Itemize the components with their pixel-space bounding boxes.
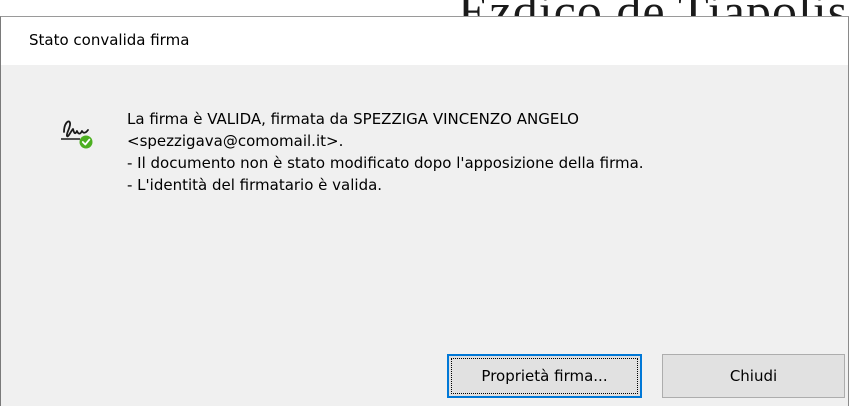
dialog-titlebar[interactable]: Stato convalida firma — [1, 17, 848, 65]
close-button-label: Chiudi — [729, 367, 778, 385]
signature-properties-button[interactable]: Proprietà firma... — [447, 354, 642, 398]
close-button[interactable]: Chiudi — [662, 354, 845, 398]
message-line-document-unmodified: - Il documento non è stato modificato do… — [127, 154, 644, 172]
message-line-signer-email: <spezzigava@comomail.it>. — [127, 132, 344, 150]
dialog-title: Stato convalida firma — [29, 31, 190, 49]
focus-ring — [451, 358, 638, 394]
signature-validation-dialog: Stato convalida firma La firma è VALIDA,… — [0, 16, 849, 406]
signature-valid-icon — [61, 120, 93, 149]
validation-message: La firma è VALIDA, firmata da SPEZZIGA V… — [127, 108, 644, 196]
message-line-identity-valid: - L'identità del firmatario è valida. — [127, 176, 383, 194]
message-line-signature-status: La firma è VALIDA, firmata da SPEZZIGA V… — [127, 110, 579, 128]
